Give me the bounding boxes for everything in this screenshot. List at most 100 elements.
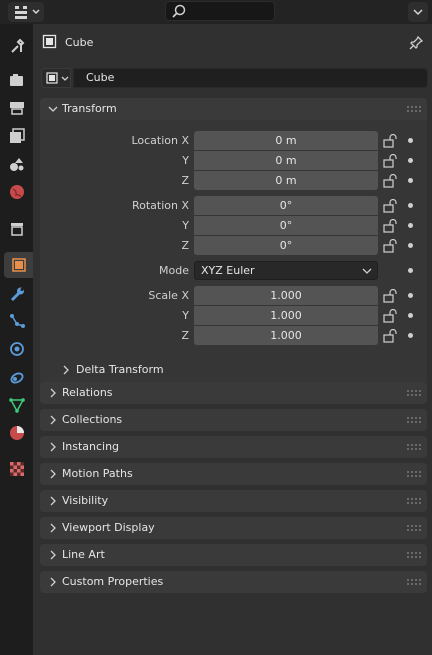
tab-modifiers[interactable] [4, 281, 30, 307]
location-y-field[interactable]: 0 m [194, 151, 378, 170]
drag-grip-icon[interactable] [407, 417, 421, 423]
relations-panel: Relations [40, 382, 427, 404]
scene-icon [10, 158, 24, 171]
unlock-icon[interactable] [383, 329, 399, 343]
tab-constraints[interactable] [4, 364, 30, 390]
scale-x-row: Scale X 1.000 [40, 286, 427, 306]
tab-output[interactable] [4, 95, 30, 121]
tab-data[interactable] [4, 392, 30, 418]
viewport-display-panel-header[interactable]: Viewport Display [40, 517, 427, 539]
location-x-field[interactable]: 0 m [194, 131, 378, 150]
unlock-icon[interactable] [383, 309, 399, 323]
drag-grip-icon[interactable] [407, 525, 421, 531]
rotation-mode-row: Mode XYZ Euler [40, 261, 427, 281]
unlock-icon[interactable] [383, 239, 399, 253]
custom-properties-panel-header[interactable]: Custom Properties [40, 571, 427, 593]
keyframe-dot-icon[interactable] [408, 178, 413, 183]
drag-grip-icon[interactable] [407, 498, 421, 504]
unlock-icon[interactable] [383, 289, 399, 303]
object-browse-dropdown[interactable] [41, 68, 71, 88]
keyframe-dot-icon[interactable] [408, 333, 413, 338]
drag-grip-icon[interactable] [407, 106, 421, 112]
unlock-icon[interactable] [383, 219, 399, 233]
scale-y-field[interactable]: 1.000 [194, 306, 378, 325]
rotation-y-field[interactable]: 0° [194, 216, 378, 235]
checker-texture-icon [10, 462, 24, 476]
custom-properties-panel-title: Custom Properties [62, 575, 164, 588]
drag-grip-icon[interactable] [407, 390, 421, 396]
search-input[interactable] [165, 1, 275, 21]
options-dropdown-button[interactable] [408, 2, 428, 22]
drag-grip-icon[interactable] [407, 471, 421, 477]
rotation-mode-select[interactable]: XYZ Euler [194, 261, 378, 280]
properties-main: Cube Cube Transform Location X 0 m Y 0 m [33, 24, 432, 655]
tab-world[interactable] [4, 179, 30, 205]
collections-panel-title: Collections [62, 413, 123, 426]
constraint-icon [10, 372, 24, 384]
unlock-icon[interactable] [383, 134, 399, 148]
image-stack-icon [10, 128, 25, 143]
unlock-icon[interactable] [383, 154, 399, 168]
object-square-icon [11, 258, 26, 272]
line-art-panel-header[interactable]: Line Art [40, 544, 427, 566]
keyframe-dot-icon[interactable] [408, 293, 413, 298]
line-art-panel: Line Art [40, 544, 427, 566]
keyframe-dot-icon[interactable] [408, 243, 413, 248]
scale-x-field[interactable]: 1.000 [194, 286, 378, 305]
tab-object[interactable] [4, 252, 33, 278]
rotation-x-row: Rotation X 0° [40, 196, 427, 216]
transform-panel-header[interactable]: Transform [40, 98, 427, 120]
collection-box-icon [11, 223, 23, 236]
keyframe-dot-icon[interactable] [408, 223, 413, 228]
scale-z-field[interactable]: 1.000 [194, 326, 378, 345]
tab-render[interactable] [4, 67, 30, 93]
drag-grip-icon[interactable] [407, 552, 421, 558]
scale-x-label: Scale X [148, 289, 189, 302]
motion-paths-panel-title: Motion Paths [62, 467, 133, 480]
drag-grip-icon[interactable] [407, 579, 421, 585]
tab-view-layer[interactable] [4, 123, 30, 149]
keyframe-dot-icon[interactable] [408, 138, 413, 143]
object-name-field[interactable]: Cube [73, 68, 428, 88]
location-z-field[interactable]: 0 m [194, 171, 378, 190]
visibility-panel-header[interactable]: Visibility [40, 490, 427, 512]
unlock-icon[interactable] [383, 174, 399, 188]
collections-panel-header[interactable]: Collections [40, 409, 427, 431]
chevron-right-icon [63, 365, 69, 375]
tab-scene[interactable] [4, 151, 30, 177]
location-y-label: Y [182, 154, 189, 167]
relations-panel-header[interactable]: Relations [40, 382, 427, 404]
instancing-panel-title: Instancing [62, 440, 120, 453]
transform-panel: Transform Location X 0 m Y 0 m Z 0 m Rot… [40, 98, 427, 386]
tab-texture[interactable] [4, 456, 30, 482]
rotation-mode-value: XYZ Euler [201, 264, 255, 277]
tab-collection[interactable] [4, 216, 30, 242]
chevron-right-icon [50, 550, 56, 560]
keyframe-dot-icon[interactable] [408, 203, 413, 208]
rotation-y-label: Y [182, 219, 189, 232]
rotation-x-label: Rotation X [131, 199, 189, 212]
keyframe-dot-icon[interactable] [408, 158, 413, 163]
drag-grip-icon[interactable] [407, 444, 421, 450]
tab-tool[interactable] [4, 33, 30, 59]
tab-physics[interactable] [4, 336, 30, 362]
tab-material[interactable] [4, 420, 30, 446]
keyframe-dot-icon[interactable] [408, 268, 413, 273]
unlock-icon[interactable] [383, 199, 399, 213]
chevron-right-icon [50, 577, 56, 587]
rotation-z-field[interactable]: 0° [194, 236, 378, 255]
rotation-x-field[interactable]: 0° [194, 196, 378, 215]
delta-transform-subpanel-header[interactable]: Delta Transform [40, 359, 427, 381]
chevron-down-icon [362, 268, 372, 274]
motion-paths-panel-header[interactable]: Motion Paths [40, 463, 427, 485]
instancing-panel-header[interactable]: Instancing [40, 436, 427, 458]
pin-icon[interactable] [408, 35, 424, 51]
keyframe-dot-icon[interactable] [408, 313, 413, 318]
tab-particles[interactable] [4, 308, 30, 334]
chevron-right-icon [50, 388, 56, 398]
location-z-row: Z 0 m [40, 171, 427, 191]
rotation-z-row: Z 0° [40, 236, 427, 256]
editor-type-button[interactable] [8, 2, 44, 22]
object-square-icon [42, 34, 57, 49]
transform-title: Transform [62, 102, 117, 115]
